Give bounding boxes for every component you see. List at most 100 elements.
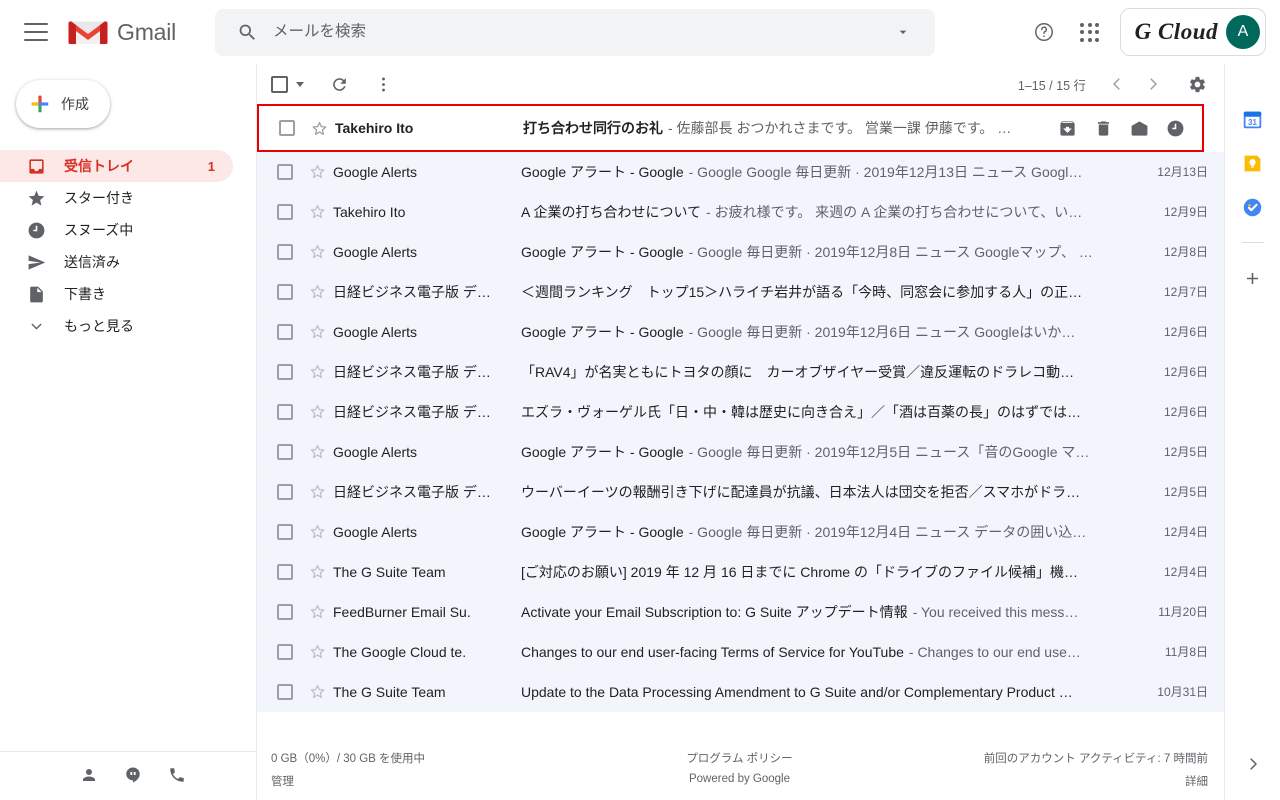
sidebar-item-starred[interactable]: スター付き (0, 182, 233, 214)
row-subject-area: A 企業の打ち合わせについて - お疲れ様です。 来週の A 企業の打ち合わせに… (521, 202, 1150, 222)
keep-bulb-icon[interactable] (1242, 152, 1264, 174)
table-row[interactable]: The G Suite Team Update to the Data Proc… (257, 672, 1224, 712)
sidebar-item-drafts[interactable]: 下書き (0, 278, 233, 310)
table-row[interactable]: 日経ビジネス電子版 デ… エズラ・ヴォーゲル氏「日・中・韓は歴史に向き合え」／「… (257, 392, 1224, 432)
star-icon[interactable] (307, 402, 327, 422)
hamburger-menu-icon[interactable] (24, 23, 48, 41)
row-subject-area: ウーバーイーツの報酬引き下げに配達員が抗議、日本法人は団交を拒否／スマホがドラ… (521, 482, 1150, 502)
search-input[interactable] (267, 23, 883, 41)
tasks-check-icon[interactable] (1242, 196, 1264, 218)
row-sender: 日経ビジネス電子版 デ… (333, 283, 491, 300)
activity-details-link[interactable]: 詳細 (1185, 773, 1208, 789)
table-row[interactable]: 日経ビジネス電子版 デ… ＜週間ランキング トップ15＞ハライチ岩井が語る「今時… (257, 272, 1224, 312)
table-row[interactable]: The G Suite Team [ご対応のお願い] 2019 年 12 月 1… (257, 552, 1224, 592)
trash-icon[interactable] (1086, 111, 1120, 145)
star-icon[interactable] (307, 442, 327, 462)
star-icon[interactable] (307, 682, 327, 702)
table-row[interactable]: Google Alerts Google アラート - Google - Goo… (257, 312, 1224, 352)
more-options-button[interactable] (366, 67, 400, 101)
star-icon[interactable] (307, 162, 327, 182)
phone-icon[interactable] (166, 764, 188, 786)
table-row[interactable]: 日経ビジネス電子版 デ… 「RAV4」が名実ともにトヨタの顔に カーオブザイヤー… (257, 352, 1224, 392)
chevron-down-icon[interactable] (296, 81, 304, 87)
row-date: 10月31日 (1157, 685, 1208, 699)
row-checkbox[interactable] (277, 203, 293, 220)
row-checkbox[interactable] (277, 323, 293, 340)
star-icon[interactable] (307, 362, 327, 382)
checkbox-icon[interactable] (271, 75, 288, 93)
help-circle-icon[interactable] (1022, 10, 1066, 54)
snooze-clock-icon[interactable] (1158, 111, 1192, 145)
row-checkbox[interactable] (277, 563, 293, 580)
row-checkbox[interactable] (277, 443, 293, 460)
row-subject-area: Google アラート - Google - Google Google 毎日更… (521, 162, 1150, 182)
account-chip[interactable]: G Cloud A (1119, 8, 1266, 56)
star-icon[interactable] (307, 202, 327, 222)
contacts-person-icon[interactable] (78, 764, 100, 786)
archive-icon[interactable] (1050, 111, 1084, 145)
star-icon[interactable] (309, 118, 329, 138)
row-checkbox[interactable] (277, 243, 293, 260)
row-checkbox[interactable] (277, 683, 293, 700)
next-page-button[interactable] (1136, 67, 1170, 101)
table-row[interactable]: FeedBurner Email Su. Activate your Email… (257, 592, 1224, 632)
table-row[interactable]: Google Alerts Google アラート - Google - Goo… (257, 152, 1224, 192)
calendar-31-icon[interactable]: 31 (1242, 108, 1264, 130)
chevron-down-icon[interactable] (883, 12, 923, 52)
table-row[interactable]: The Google Cloud te. Changes to our end … (257, 632, 1224, 672)
select-all-control[interactable] (271, 75, 304, 93)
table-row[interactable]: 日経ビジネス電子版 デ… ウーバーイーツの報酬引き下げに配達員が抗議、日本法人は… (257, 472, 1224, 512)
powered-by-label: Powered by Google (688, 773, 790, 785)
row-checkbox[interactable] (277, 483, 293, 500)
row-subject: Google アラート - Google (521, 163, 684, 180)
star-icon[interactable] (307, 242, 327, 262)
sidebar-item-snoozed[interactable]: スヌーズ中 (0, 214, 233, 246)
table-row[interactable]: Google Alerts Google アラート - Google - Goo… (257, 232, 1224, 272)
chevron-right-icon[interactable] (1239, 750, 1267, 778)
search-icon[interactable] (227, 12, 267, 52)
table-row[interactable]: Google Alerts Google アラート - Google - Goo… (257, 512, 1224, 552)
row-date: 11月8日 (1164, 645, 1208, 659)
table-row[interactable]: Takehiro Ito 打ち合わせ同行のお礼 - 佐藤部長 おつかれさまです。… (257, 104, 1204, 152)
star-icon[interactable] (307, 282, 327, 302)
row-checkbox[interactable] (277, 643, 293, 660)
gmail-brand[interactable]: Gmail (68, 17, 206, 47)
policy-info: プログラム ポリシー Powered by Google (580, 750, 899, 785)
last-activity-text: 前回のアカウント アクティビティ: 7 時間前 (983, 753, 1208, 765)
refresh-button[interactable] (322, 67, 356, 101)
mark-as-read-envelope-icon[interactable] (1122, 111, 1156, 145)
settings-button[interactable] (1180, 67, 1214, 101)
row-checkbox[interactable] (277, 603, 293, 620)
prev-page-button[interactable] (1100, 67, 1134, 101)
row-checkbox[interactable] (277, 163, 293, 180)
sidebar-item-more[interactable]: もっと見る (0, 310, 233, 342)
chevron-right-icon (1150, 78, 1157, 90)
mail-toolbar: 1–15 / 15 行 (257, 64, 1224, 104)
row-checkbox[interactable] (277, 363, 293, 380)
row-checkbox[interactable] (277, 403, 293, 420)
avatar[interactable]: A (1226, 15, 1260, 49)
sidebar-item-sent[interactable]: 送信済み (0, 246, 233, 278)
row-checkbox[interactable] (279, 120, 295, 136)
row-checkbox[interactable] (277, 523, 293, 540)
row-date: 12月6日 (1163, 405, 1208, 419)
pagination-text: 1–15 / 15 行 (1017, 78, 1086, 93)
hangouts-chat-icon[interactable] (122, 764, 144, 786)
sidebar-item-inbox[interactable]: 受信トレイ 1 (0, 150, 233, 182)
star-icon[interactable] (307, 562, 327, 582)
manage-storage-link[interactable]: 管理 (271, 773, 580, 789)
apps-grid-icon[interactable] (1068, 10, 1112, 54)
storage-info: 0 GB（0%）/ 30 GB を使用中 管理 (271, 750, 580, 789)
compose-button[interactable]: 作成 (16, 80, 110, 128)
plus-icon[interactable] (1242, 267, 1264, 289)
table-row[interactable]: Google Alerts Google アラート - Google - Goo… (257, 432, 1224, 472)
row-checkbox[interactable] (277, 283, 293, 300)
table-row[interactable]: Takehiro Ito A 企業の打ち合わせについて - お疲れ様です。 来週… (257, 192, 1224, 232)
search-bar[interactable] (215, 8, 935, 56)
star-icon[interactable] (307, 642, 327, 662)
star-icon[interactable] (307, 602, 327, 622)
star-icon[interactable] (307, 322, 327, 342)
star-icon[interactable] (307, 482, 327, 502)
star-icon[interactable] (307, 522, 327, 542)
program-policy-link[interactable]: プログラム ポリシー (686, 750, 792, 766)
